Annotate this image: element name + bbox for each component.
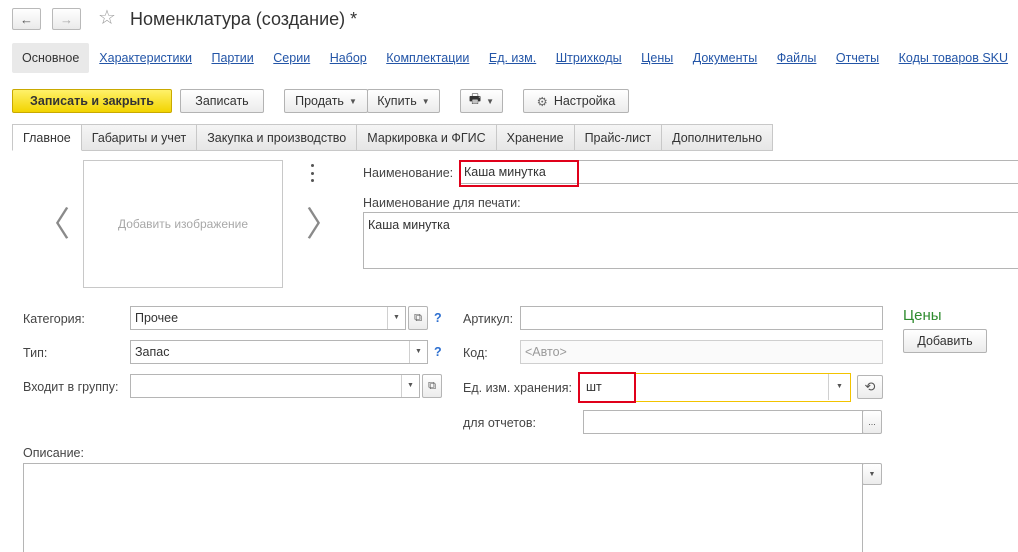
reports-unit-select-button[interactable]: ... (862, 410, 882, 434)
section-set[interactable]: Набор (330, 51, 367, 65)
description-dropdown-button[interactable]: ▼ (862, 463, 882, 485)
save-button[interactable]: Записать (180, 89, 264, 113)
prev-image-icon[interactable]: 〈 (36, 205, 70, 245)
tab-price-list[interactable]: Прайс-лист (574, 124, 663, 151)
print-button[interactable]: 🖶 ▼ (460, 89, 503, 113)
description-textarea[interactable] (23, 463, 863, 552)
article-input[interactable] (520, 306, 883, 330)
tab-main[interactable]: Главное (12, 124, 82, 151)
caret-down-icon[interactable]: ▼ (401, 375, 419, 397)
tab-purchase-production[interactable]: Закупка и производство (197, 124, 358, 151)
caret-down-icon: ▼ (421, 96, 430, 106)
category-select[interactable]: Прочее ▼ (130, 306, 406, 330)
type-help-icon[interactable]: ? (434, 345, 442, 359)
unit-highlight (578, 372, 636, 403)
add-price-button[interactable]: Добавить (903, 329, 987, 353)
name-label: Наименование: (363, 166, 454, 180)
caret-down-icon: ▼ (348, 96, 357, 106)
arrow-right-icon: → (60, 11, 73, 27)
caret-down-icon[interactable]: ▼ (409, 341, 427, 363)
tab-additional[interactable]: Дополнительно (662, 124, 774, 151)
section-documents[interactable]: Документы (693, 51, 757, 65)
unit-history-button[interactable]: ⟲ (857, 375, 883, 399)
section-links: Основное Характеристики Партии Серии Наб… (12, 42, 1018, 74)
image-placeholder[interactable]: Добавить изображение (83, 160, 283, 288)
tab-storage[interactable]: Хранение (496, 124, 575, 151)
section-prices[interactable]: Цены (641, 51, 673, 65)
type-label: Тип: (23, 346, 48, 360)
caret-down-icon[interactable]: ▼ (387, 307, 405, 329)
ellipsis-icon: ... (868, 417, 876, 427)
category-label: Категория: (23, 312, 85, 326)
code-input: <Авто> (520, 340, 883, 364)
caret-down-icon[interactable]: ▼ (828, 374, 850, 400)
print-name-label: Наименование для печати: (363, 196, 521, 210)
reports-unit-input[interactable] (583, 410, 863, 434)
type-select[interactable]: Запас ▼ (130, 340, 428, 364)
history-icon: ⟲ (864, 379, 876, 394)
open-category-button[interactable]: ⧉ (408, 306, 428, 330)
type-value: Запас (135, 345, 170, 359)
group-select[interactable]: ▼ (130, 374, 420, 398)
arrow-left-icon: ← (20, 11, 33, 27)
section-characteristics[interactable]: Характеристики (99, 51, 192, 65)
section-sku-codes[interactable]: Коды товаров SKU (899, 51, 1008, 65)
article-label: Артикул: (463, 312, 514, 326)
settings-label: Настройка (553, 94, 616, 108)
buy-label: Купить (377, 94, 417, 108)
tab-marking[interactable]: Маркировка и ФГИС (357, 124, 497, 151)
print-name-input[interactable]: Каша минутка (363, 212, 1018, 269)
sell-label: Продать (295, 94, 344, 108)
open-group-button[interactable]: ⧉ (422, 374, 442, 398)
prices-title: Цены (903, 307, 942, 324)
section-units[interactable]: Ед. изм. (489, 51, 536, 65)
open-icon: ⧉ (414, 311, 422, 324)
category-help-icon[interactable]: ? (434, 311, 442, 325)
group-label: Входит в группу: (23, 380, 119, 394)
section-kits[interactable]: Комплектации (386, 51, 469, 65)
tab-bar: Главное Габариты и учет Закупка и произв… (12, 124, 774, 151)
code-label: Код: (463, 346, 488, 360)
caret-down-icon: ▼ (486, 96, 495, 106)
open-icon: ⧉ (428, 379, 436, 392)
section-reports[interactable]: Отчеты (836, 51, 879, 65)
settings-button[interactable]: ⚙ Настройка (523, 89, 629, 113)
printer-icon: 🖶 (468, 91, 482, 106)
back-button[interactable]: ← (12, 8, 41, 30)
section-main[interactable]: Основное (12, 43, 90, 73)
section-batches[interactable]: Партии (211, 51, 253, 65)
star-icon[interactable]: ☆ (98, 6, 116, 30)
section-barcodes[interactable]: Штрихкоды (556, 51, 622, 65)
category-value: Прочее (135, 311, 179, 325)
add-image-label: Добавить изображение (117, 217, 249, 231)
section-series[interactable]: Серии (273, 51, 310, 65)
more-options-icon[interactable] (306, 164, 318, 182)
tab-dimensions[interactable]: Габариты и учет (81, 124, 198, 151)
unit-label: Ед. изм. хранения: (463, 381, 572, 395)
description-label: Описание: (23, 446, 84, 460)
next-image-icon[interactable]: 〉 (306, 205, 340, 245)
save-and-close-button[interactable]: Записать и закрыть (12, 89, 172, 113)
gear-icon: ⚙ (536, 94, 548, 109)
forward-button[interactable]: → (52, 8, 81, 30)
name-highlight (459, 160, 579, 187)
page-title: Номенклатура (создание) * (130, 9, 358, 29)
reports-unit-label: для отчетов: (463, 416, 536, 430)
section-files[interactable]: Файлы (777, 51, 817, 65)
buy-button[interactable]: Купить ▼ (367, 89, 440, 113)
caret-down-icon: ▼ (868, 470, 876, 478)
sell-button[interactable]: Продать ▼ (284, 89, 368, 113)
